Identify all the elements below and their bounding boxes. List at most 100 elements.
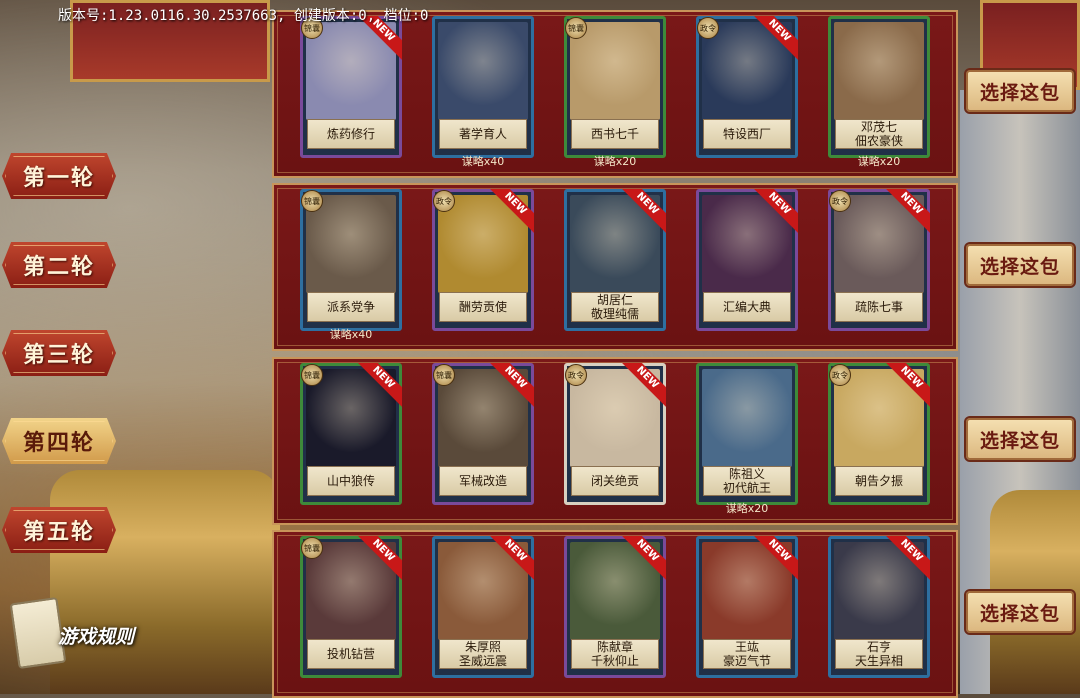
new-label: NEW (754, 189, 798, 233)
new-label: NEW (886, 189, 930, 233)
card-art (702, 369, 792, 467)
card-name-line1: 闭关绝贡 (590, 474, 639, 488)
card[interactable]: 锦囊西书七千谋略x20 (564, 16, 666, 168)
card-name: 炼药修行 (307, 119, 395, 149)
card-cost: 谋略x40 (329, 328, 373, 341)
card-name-line1: 王竑 (734, 640, 759, 654)
card[interactable]: 锦囊 NEW 山中狼传 (300, 363, 402, 505)
card-cost: 谋略x20 (725, 502, 769, 515)
card-name: 石亨 天生异相 (835, 639, 923, 669)
card-name-line2: 豪迈气节 (722, 654, 771, 668)
choose-pack-button[interactable]: 选择这包 (966, 244, 1074, 286)
new-ribbon: NEW (622, 189, 666, 233)
card-art (438, 22, 528, 120)
card-name-line2: 佃农豪侠 (854, 134, 903, 148)
round-label: 第二轮 (22, 254, 95, 280)
round-label: 第三轮 (22, 342, 95, 368)
card-pack-row: 锦囊 派系党争 谋略x40 政令 NEW 酬劳贡使 NEW 胡居仁 敬理纯儒 NEW 汇编大典 政令 N… (272, 183, 958, 351)
card-name-line1: 派系党争 (326, 300, 375, 314)
round-button-3[interactable]: 第三轮 (2, 330, 116, 376)
card-name-line2: 千秋仰止 (590, 654, 639, 668)
card[interactable]: NEW 胡居仁 敬理纯儒 (564, 189, 666, 331)
card-name-line1: 特设西厂 (722, 127, 771, 141)
round-button-1[interactable]: 第一轮 (2, 153, 116, 199)
card[interactable]: NEW 朱厚照 圣威远震 (432, 536, 534, 678)
card-type-badge-icon: 锦囊 (565, 17, 587, 39)
new-ribbon: NEW (886, 189, 930, 233)
card-type-badge-icon: 政令 (697, 17, 719, 39)
card-name: 朱厚照 圣威远震 (439, 639, 527, 669)
card-name-line1: 陈祖义 (728, 467, 765, 481)
card-type-badge-icon: 锦囊 (301, 537, 323, 559)
card-name: 著学育人 (439, 119, 527, 149)
card[interactable]: 锦囊 NEW 炼药修行 (300, 16, 402, 158)
card-cost: 谋略x20 (857, 155, 901, 168)
card-pack-row: 锦囊 NEW 炼药修行 著学育人 谋略x40 锦囊 西书七千 谋略x20 政令 NEW 特设西厂 邓茂… (272, 10, 958, 178)
new-ribbon: NEW (622, 536, 666, 580)
card-name-line1: 朱厚照 (464, 640, 501, 654)
card-pack-row: 锦囊 NEW 山中狼传 锦囊 NEW 军械改造 政令 NEW 闭关绝贡 陈祖义 初代航王 谋略x20 政… (272, 357, 958, 525)
card[interactable]: 政令 NEW 疏陈七事 (828, 189, 930, 331)
card-name-line2: 初代航王 (722, 481, 771, 495)
card-name: 西书七千 (571, 119, 659, 149)
card-type-badge-icon: 政令 (565, 364, 587, 386)
card[interactable]: NEW 陈献章 千秋仰止 (564, 536, 666, 678)
version-info: 版本号:1.23.0116.30.2537663, 创建版本:0, 档位:0 (58, 8, 429, 24)
new-label: NEW (886, 363, 930, 407)
new-ribbon: NEW (754, 536, 798, 580)
card[interactable]: 著学育人谋略x40 (432, 16, 534, 168)
card-name-line1: 投机钻营 (326, 647, 375, 661)
choose-pack-button[interactable]: 选择这包 (966, 70, 1074, 112)
card-type-badge-icon: 锦囊 (433, 364, 455, 386)
round-button-5[interactable]: 第五轮 (2, 507, 116, 553)
card[interactable]: 锦囊 NEW 军械改造 (432, 363, 534, 505)
round-label: 第五轮 (22, 519, 95, 545)
card[interactable]: 政令 NEW 特设西厂 (696, 16, 798, 158)
new-label: NEW (622, 189, 666, 233)
card-name: 酬劳贡使 (439, 292, 527, 322)
card-name-line1: 汇编大典 (722, 300, 771, 314)
card-type-badge-icon: 锦囊 (301, 364, 323, 386)
new-ribbon: NEW (490, 536, 534, 580)
card-name: 疏陈七事 (835, 292, 923, 322)
card-name-line1: 疏陈七事 (854, 300, 903, 314)
card[interactable]: 锦囊 NEW 投机钻营 (300, 536, 402, 678)
card-name-line1: 军械改造 (458, 474, 507, 488)
card-name-line1: 陈献章 (596, 640, 633, 654)
choose-pack-button[interactable]: 选择这包 (966, 418, 1074, 460)
card-name: 邓茂七 佃农豪侠 (835, 119, 923, 149)
card-name-line1: 邓茂七 (860, 120, 897, 134)
card[interactable]: NEW 王竑 豪迈气节 (696, 536, 798, 678)
card-name: 山中狼传 (307, 466, 395, 496)
card-name: 陈献章 千秋仰止 (571, 639, 659, 669)
card-name: 汇编大典 (703, 292, 791, 322)
card[interactable]: 政令 NEW 闭关绝贡 (564, 363, 666, 505)
card-name-line1: 西书七千 (590, 127, 639, 141)
card-name: 投机钻营 (307, 639, 395, 669)
new-ribbon: NEW (490, 189, 534, 233)
card-name: 军械改造 (439, 466, 527, 496)
card-cost: 谋略x40 (461, 155, 505, 168)
card[interactable]: NEW 石亨 天生异相 (828, 536, 930, 678)
card-name: 朝告夕振 (835, 466, 923, 496)
round-button-4[interactable]: 第四轮 (2, 418, 116, 464)
card-name-line1: 炼药修行 (326, 127, 375, 141)
new-ribbon: NEW (358, 536, 402, 580)
card[interactable]: 陈祖义 初代航王谋略x20 (696, 363, 798, 515)
new-label: NEW (754, 536, 798, 580)
card-cost: 谋略x20 (593, 155, 637, 168)
card-name-line1: 著学育人 (458, 127, 507, 141)
new-ribbon: NEW (886, 363, 930, 407)
card-pack-row: 锦囊 NEW 投机钻营 NEW 朱厚照 圣威远震 NEW 陈献章 千秋仰止 NEW 王竑 豪迈气节 NE… (272, 530, 958, 698)
card-name-line2: 敬理纯儒 (590, 307, 639, 321)
card[interactable]: 政令 NEW 酬劳贡使 (432, 189, 534, 331)
choose-pack-button[interactable]: 选择这包 (966, 591, 1074, 633)
new-ribbon: NEW (622, 363, 666, 407)
card[interactable]: NEW 汇编大典 (696, 189, 798, 331)
card[interactable]: 锦囊 派系党争 谋略x40 (300, 189, 402, 341)
game-rules-button[interactable]: 游戏规则 (9, 596, 160, 670)
new-label: NEW (754, 16, 798, 60)
card[interactable]: 邓茂七 佃农豪侠谋略x20 (828, 16, 930, 168)
card[interactable]: 政令 NEW 朝告夕振 (828, 363, 930, 505)
round-button-2[interactable]: 第二轮 (2, 242, 116, 288)
